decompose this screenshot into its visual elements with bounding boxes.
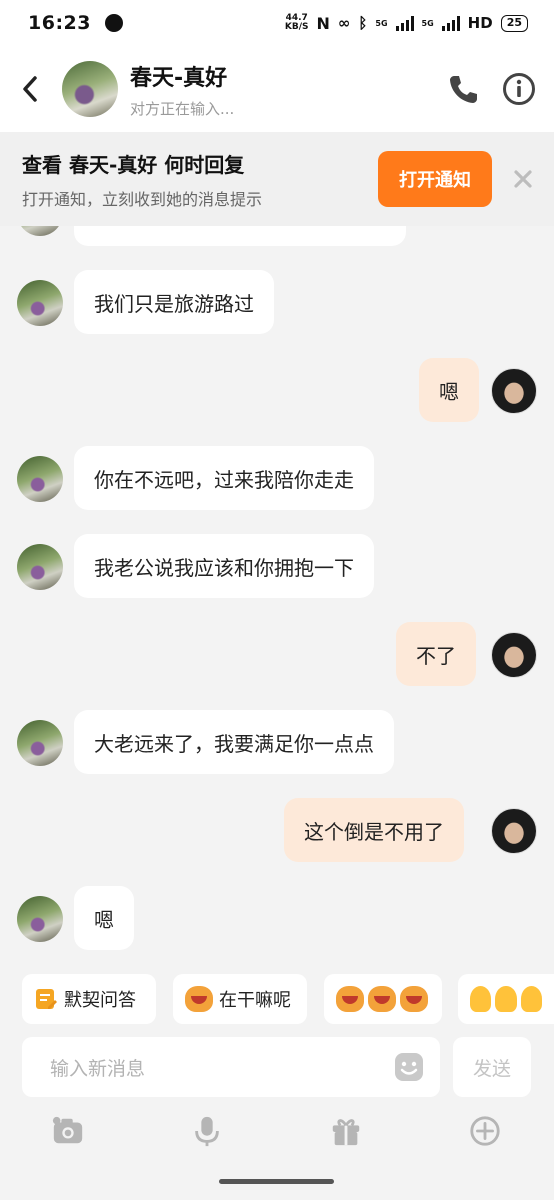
contact-avatar[interactable] [62,61,118,117]
close-banner-button[interactable] [508,164,538,194]
message-bubble-outgoing[interactable]: 嗯 [419,358,479,422]
notification-title: 查看 春天-真好 何时回复 [22,152,245,177]
quick-reply-label: 默契问答 [64,990,136,1011]
message-bubble-incoming[interactable]: 你在不远吧，过来我陪你走走 [74,446,374,510]
emoji-picker-icon[interactable] [394,1052,424,1082]
network-speed: 44.7 KB/S [284,13,309,32]
back-button[interactable] [0,46,60,132]
more-button[interactable] [465,1108,505,1154]
quick-reply-label: 在干嘛呢 [219,990,291,1011]
my-avatar[interactable] [491,808,537,854]
my-avatar[interactable] [491,632,537,678]
battery-icon: 25 [500,14,528,32]
contact-avatar-small[interactable] [17,280,63,326]
hotspot-icon: ∞ [337,14,351,32]
voice-button[interactable] [187,1108,227,1154]
camera-button[interactable] [48,1108,88,1154]
signal-icon [395,15,414,31]
contact-avatar-small[interactable] [17,720,63,766]
message-bubble-incoming[interactable]: 我老公说我应该和你拥抱一下 [74,534,374,598]
chevron-left-icon [23,76,37,102]
contact-name: 春天-真好 [130,65,228,91]
wave-emoji-icon [520,986,542,1012]
quick-reply-quiz[interactable]: 默契问答 [22,974,156,1024]
camera-icon [52,1116,83,1144]
contact-avatar-small[interactable] [17,544,63,590]
message-input[interactable]: 输入新消息 [22,1037,440,1097]
signal-icon-2 [441,15,460,31]
net-type-1: 5G [375,18,388,28]
phone-icon[interactable] [446,72,480,106]
wave-emoji-icon [495,986,517,1012]
message-bubble-outgoing[interactable]: 不了 [396,622,476,686]
frog-emoji-icon [336,986,364,1012]
frog-emoji-icon [400,986,428,1012]
message-bubble-outgoing[interactable]: 这个倒是不用了 [284,798,464,862]
enable-notification-button[interactable]: 打开通知 [378,151,492,207]
quick-reply-wave-emoji[interactable] [458,974,554,1024]
wave-emoji-icon [470,986,492,1012]
send-button[interactable]: 发送 [453,1037,531,1097]
status-time: 16:23 [28,12,91,34]
message-bubble-incoming[interactable]: 大老远来了，我要满足你一点点 [74,710,394,774]
message-input-placeholder: 输入新消息 [50,1057,146,1080]
chat-header: 春天-真好 对方正在输入... [0,46,554,132]
hd-label: HD [467,14,493,32]
bottom-toolbar [0,1108,554,1158]
info-icon[interactable] [502,72,536,106]
quick-reply-frog-emoji[interactable] [324,974,442,1024]
typing-status: 对方正在输入... [130,99,235,118]
gift-button[interactable] [326,1108,366,1154]
gift-icon [332,1119,360,1146]
message-bubble-incoming[interactable]: 我们只是旅游路过 [74,270,274,334]
net-type-2: 5G [421,18,434,28]
message-list[interactable]: 我们只是旅游路过 嗯 你在不远吧，过来我陪你走走 我老公说我应该和你拥抱一下 不… [0,200,554,965]
microphone-icon [195,1116,219,1147]
quiz-icon [36,989,57,1009]
bluetooth-icon: ᛒ [358,14,368,32]
frog-emoji-icon [368,986,396,1012]
close-icon [514,170,532,188]
nfc-icon: Ν [316,13,330,33]
notification-banner: 查看 春天-真好 何时回复 打开通知，立刻收到她的消息提示 打开通知 [0,132,554,226]
tiger-emoji-icon [185,986,213,1012]
quick-reply-bar: 默契问答 在干嘛呢 [0,974,554,1024]
quick-reply-whatsup[interactable]: 在干嘛呢 [173,974,307,1024]
plus-circle-icon [470,1116,500,1146]
contact-avatar-small[interactable] [17,896,63,942]
chat-bubble-icon [104,14,123,32]
message-bubble-incoming[interactable]: 嗯 [74,886,134,950]
home-indicator[interactable] [219,1179,334,1184]
status-bar: 16:23 44.7 KB/S Ν ∞ ᛒ 5G 5G HD 25 [0,0,554,46]
contact-avatar-small[interactable] [17,456,63,502]
notification-subtitle: 打开通知，立刻收到她的消息提示 [22,189,263,209]
my-avatar[interactable] [491,368,537,414]
